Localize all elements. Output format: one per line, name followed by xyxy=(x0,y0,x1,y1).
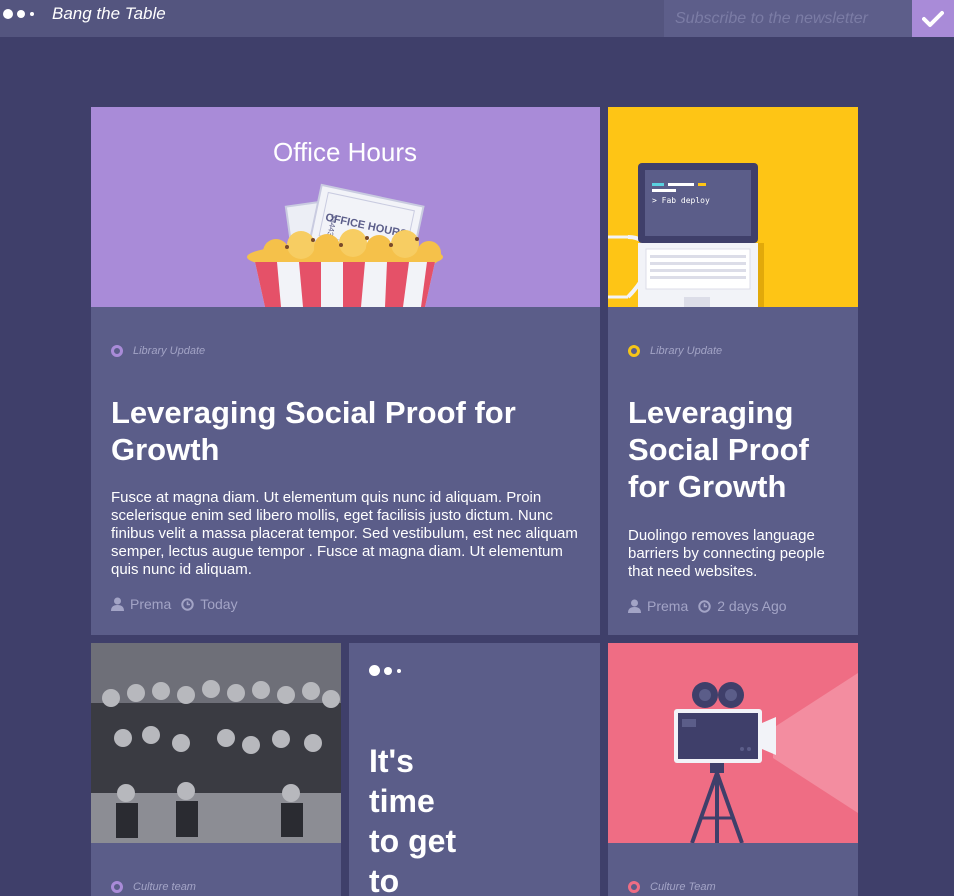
quote-logo-icon xyxy=(369,665,405,677)
team-photo xyxy=(91,643,341,843)
post-author[interactable]: Prema xyxy=(130,596,171,612)
post-category[interactable]: Library Update xyxy=(628,345,722,357)
top-bar: Bang the Table xyxy=(0,0,954,37)
quote-card[interactable]: It's time to get to xyxy=(349,643,600,896)
terminal-text: > Fab deploy xyxy=(652,196,710,205)
user-icon xyxy=(111,597,124,611)
category-dot-icon xyxy=(628,881,640,893)
category-label: Library Update xyxy=(133,345,206,357)
projector-illustration xyxy=(608,643,858,843)
category-label: Library Update xyxy=(650,345,723,357)
post-category[interactable]: Culture team xyxy=(111,881,196,893)
post-excerpt: Fusce at magna diam. Ut elementum quis n… xyxy=(111,489,578,578)
post-card-culture-team-photo[interactable]: Culture team xyxy=(91,643,341,896)
post-excerpt: Duolingo removes language barriers by co… xyxy=(628,527,825,580)
post-card-office-hours[interactable]: Office Hours OFFICE HOURS 334432 Library… xyxy=(91,107,600,635)
category-label: Culture team xyxy=(133,881,196,893)
post-card-culture-team-projector[interactable]: Culture Team xyxy=(608,643,858,896)
brand-name[interactable]: Bang the Table xyxy=(52,4,166,24)
post-card-fab-deploy[interactable]: > Fab deploy Library Update Leveraging S… xyxy=(608,107,858,635)
post-category[interactable]: Library Update xyxy=(111,345,205,357)
post-date: 2 days Ago xyxy=(717,598,787,614)
post-author[interactable]: Prema xyxy=(647,598,688,614)
clock-icon xyxy=(698,599,711,613)
checkmark-icon xyxy=(922,10,944,27)
logo-icon[interactable] xyxy=(3,9,39,19)
post-meta: Prema Today xyxy=(111,596,238,612)
quote-text: It's time to get to xyxy=(369,743,457,896)
post-category[interactable]: Culture Team xyxy=(628,881,716,893)
office-hours-illustration: Office Hours OFFICE HOURS 334432 xyxy=(91,107,600,307)
category-dot-icon xyxy=(111,345,123,357)
category-dot-icon xyxy=(628,345,640,357)
post-date: Today xyxy=(200,596,238,612)
user-icon xyxy=(628,599,641,613)
post-title[interactable]: Leveraging Social Proof for Growth xyxy=(111,394,581,468)
category-dot-icon xyxy=(111,881,123,893)
clock-icon xyxy=(181,597,194,611)
post-title[interactable]: Leveraging Social Proof for Growth xyxy=(628,394,848,505)
category-label: Culture Team xyxy=(650,881,716,893)
post-meta: Prema 2 days Ago xyxy=(628,598,787,614)
newsletter-input[interactable] xyxy=(664,0,912,37)
subscribe-button[interactable] xyxy=(912,0,954,37)
laptop-illustration: > Fab deploy xyxy=(608,107,858,307)
illustration-title: Office Hours xyxy=(273,137,417,167)
